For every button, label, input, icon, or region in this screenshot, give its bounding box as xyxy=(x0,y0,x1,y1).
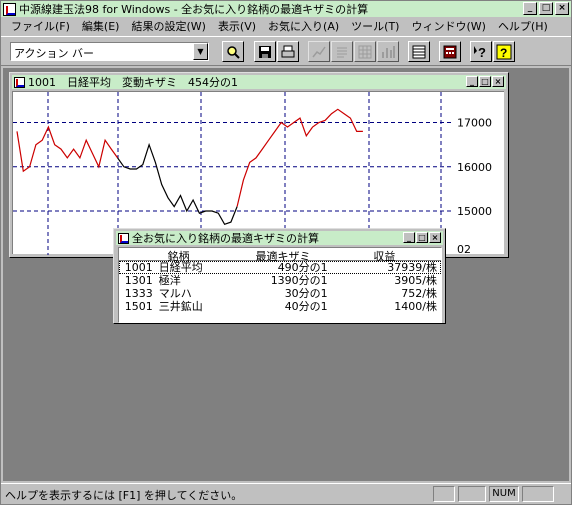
optimal-kizami: 1390分の1 xyxy=(270,274,328,287)
line-chart-icon xyxy=(312,46,326,57)
stock-code: 1301 xyxy=(124,274,153,287)
chart-window-title: 1001 日経平均 変動キザミ 454分の1 xyxy=(28,76,238,89)
action-bar-select[interactable]: アクション バー ▼ xyxy=(10,42,209,61)
maximize-button[interactable]: □ xyxy=(539,2,553,15)
svg-text:?: ? xyxy=(500,46,507,60)
status-pane-2 xyxy=(458,486,486,502)
svg-text:?: ? xyxy=(478,45,486,60)
calculator-icon xyxy=(443,45,457,58)
app-title: 中源線建玉法98 for Windows - 全お気に入り銘柄の最適キザミの計算 xyxy=(19,3,369,16)
help-pointer-icon: ? xyxy=(474,45,486,60)
status-pane-4 xyxy=(522,486,554,502)
list-row[interactable]: 1501 三井鉱山 40分の1 1400/株 xyxy=(119,300,441,313)
optimal-kizami: 490分の1 xyxy=(277,261,328,274)
y-tick-label: 16000 xyxy=(457,161,492,174)
menu-view[interactable]: 表示(V) xyxy=(212,18,262,34)
chart-minimize-button[interactable]: _ xyxy=(466,76,478,87)
stock-code: 1333 xyxy=(124,287,153,300)
print-button[interactable] xyxy=(277,41,299,62)
app-window: 中源線建玉法98 for Windows - 全お気に入り銘柄の最適キザミの計算… xyxy=(0,0,572,505)
toolbar: アクション バー ▼ ? ? xyxy=(1,36,571,66)
y-tick-label: 15000 xyxy=(457,205,492,218)
list-header: 銘柄 最適キザミ 収益 xyxy=(119,248,441,263)
price-series-1 xyxy=(16,125,119,173)
profit: 752/株 xyxy=(401,287,437,300)
stock-name: マルハ xyxy=(158,287,192,300)
optimal-kizami: 30分の1 xyxy=(284,287,328,300)
chart-maximize-button[interactable]: □ xyxy=(479,76,491,87)
column-header-stock[interactable]: 銘柄 xyxy=(119,248,238,263)
magnifier-icon xyxy=(227,45,240,59)
optimal-kizami: 40分の1 xyxy=(284,300,328,313)
help-button[interactable]: ? xyxy=(493,41,515,62)
grid-icon xyxy=(358,45,372,58)
profit: 3905/株 xyxy=(394,274,437,287)
text-lines-icon xyxy=(337,47,347,57)
chart-close-button[interactable]: × xyxy=(492,76,504,87)
calculator-button[interactable] xyxy=(439,41,461,62)
table-button[interactable] xyxy=(408,41,430,62)
stock-name: 極洋 xyxy=(158,274,181,287)
line-chart-button[interactable] xyxy=(308,41,330,62)
action-bar-value: アクション バー xyxy=(14,47,94,60)
chevron-down-icon[interactable]: ▼ xyxy=(193,43,208,60)
status-bar: ヘルプを表示するには [F1] を押してください。 NUM xyxy=(1,483,571,503)
menu-file[interactable]: ファイル(F) xyxy=(5,18,76,34)
calc-window[interactable]: 全お気に入り銘柄の最適キザミの計算 _ □ × 銘柄 最適キザミ 収益 1001… xyxy=(113,228,446,324)
num-lock-indicator: NUM xyxy=(489,486,519,502)
calc-minimize-button[interactable]: _ xyxy=(403,232,415,243)
list-row[interactable]: 1301 極洋 1390分の1 3905/株 xyxy=(119,274,441,287)
stock-code: 1001 xyxy=(124,261,153,274)
minimize-button[interactable]: _ xyxy=(523,2,537,15)
y-tick-label: 17000 xyxy=(457,117,492,130)
kizami-result-list[interactable]: 銘柄 最適キザミ 収益 1001 日経平均 490分の1 37939/株 130… xyxy=(118,247,442,323)
floppy-disk-icon xyxy=(259,45,271,58)
save-button[interactable] xyxy=(254,41,276,62)
calc-window-titlebar[interactable]: 全お気に入り銘柄の最適キザミの計算 _ □ × xyxy=(116,231,443,245)
app-icon[interactable] xyxy=(3,2,16,16)
calc-close-button[interactable]: × xyxy=(429,232,441,243)
price-series-2 xyxy=(117,142,238,226)
profit: 37939/株 xyxy=(387,261,437,274)
menu-help[interactable]: ヘルプ(H) xyxy=(492,18,554,34)
stock-code: 1501 xyxy=(124,300,153,313)
context-help-button[interactable]: ? xyxy=(470,41,492,62)
mdi-workspace: 1001 日経平均 変動キザミ 454分の1 _ □ × 15000 16000 1… xyxy=(3,68,569,481)
calc-window-icon[interactable] xyxy=(118,232,129,244)
menu-bar: ファイル(F) 編集(E) 結果の設定(W) 表示(V) お気に入り(A) ツー… xyxy=(1,17,571,35)
stock-name: 日経平均 xyxy=(158,261,203,274)
bar-chart-icon xyxy=(382,45,395,58)
status-message: ヘルプを表示するには [F1] を押してください。 xyxy=(5,489,243,502)
table-icon xyxy=(412,45,426,58)
calc-maximize-button[interactable]: □ xyxy=(416,232,428,243)
grid-button[interactable] xyxy=(354,41,376,62)
help-icon: ? xyxy=(496,44,512,60)
stock-name: 三井鉱山 xyxy=(158,300,203,313)
menu-tools[interactable]: ツール(T) xyxy=(345,18,405,34)
list-row[interactable]: 1333 マルハ 30分の1 752/株 xyxy=(119,287,441,300)
chart-window-icon[interactable] xyxy=(14,76,25,88)
close-button[interactable]: × xyxy=(555,2,569,15)
profit: 1400/株 xyxy=(394,300,437,313)
chart-window-titlebar[interactable]: 1001 日経平均 変動キザミ 454分の1 _ □ × xyxy=(12,75,506,89)
menu-window[interactable]: ウィンドウ(W) xyxy=(405,18,491,34)
status-pane-1 xyxy=(433,486,455,502)
column-header-kizami[interactable]: 最適キザミ xyxy=(238,248,327,263)
price-series-3 xyxy=(236,108,363,207)
menu-favorites[interactable]: お気に入り(A) xyxy=(262,18,345,34)
calc-window-title: 全お気に入り銘柄の最適キザミの計算 xyxy=(132,232,319,245)
axis-partial-label: 02 xyxy=(457,243,471,255)
bar-chart-button[interactable] xyxy=(377,41,399,62)
menu-edit[interactable]: 編集(E) xyxy=(76,18,126,34)
title-bar[interactable]: 中源線建玉法98 for Windows - 全お気に入り銘柄の最適キザミの計算… xyxy=(1,1,571,17)
search-stock-button[interactable] xyxy=(222,41,244,62)
menu-result-settings[interactable]: 結果の設定(W) xyxy=(125,18,211,34)
column-header-profit[interactable]: 収益 xyxy=(328,248,441,263)
printer-icon xyxy=(281,45,295,57)
align-button[interactable] xyxy=(331,41,353,62)
list-row[interactable]: 1001 日経平均 490分の1 37939/株 xyxy=(119,261,441,274)
